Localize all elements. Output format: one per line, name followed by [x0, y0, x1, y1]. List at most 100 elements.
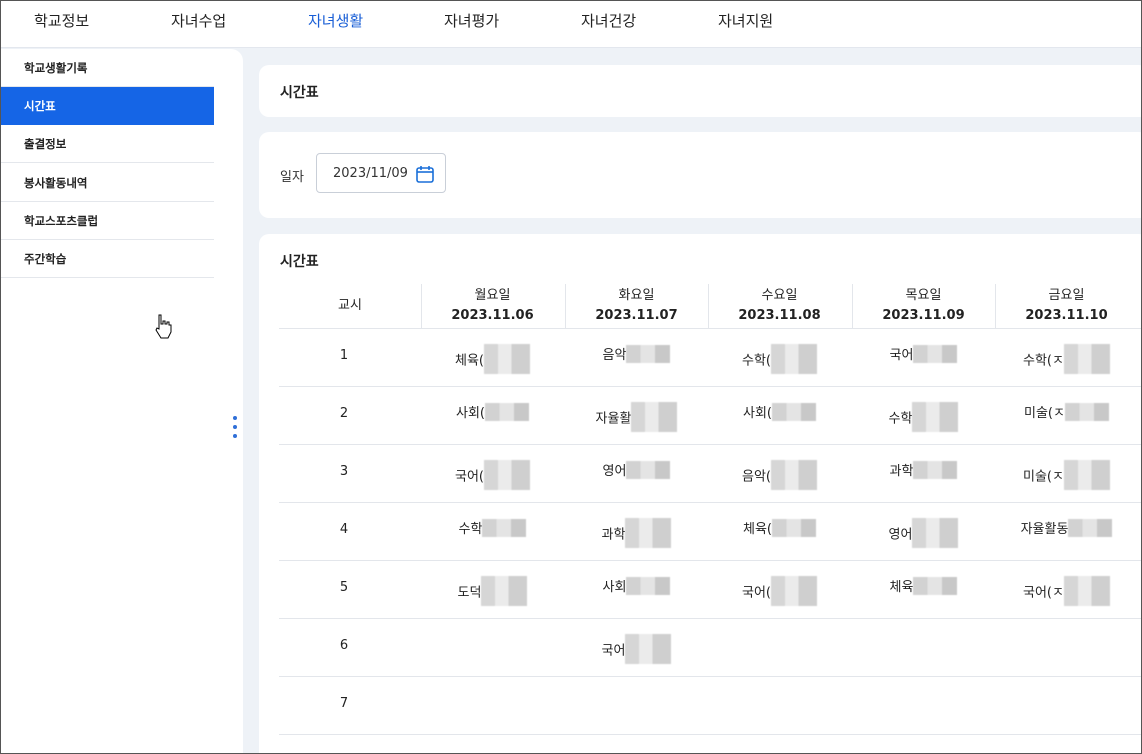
subject-label: 체육 [889, 580, 914, 595]
redacted-text [484, 344, 530, 374]
redacted-text [625, 518, 672, 548]
page-title: 시간표 [280, 85, 319, 101]
subject-label: 자율활 [595, 411, 632, 427]
sidebar-item-volunteer[interactable]: 봉사활동내역 [1, 164, 214, 202]
redacted-text [771, 576, 817, 606]
row-divider [279, 734, 1142, 735]
period-number: 7 [339, 696, 349, 711]
row-divider [279, 618, 1142, 619]
row-divider [279, 502, 1142, 503]
nav-child-health[interactable]: 자녀건강 [581, 0, 636, 44]
date-picker[interactable]: 2023/11/09 [316, 153, 446, 193]
column-divider [421, 284, 422, 328]
subject-label: 국어 [601, 643, 626, 659]
day-header: 월요일 2023.11.06 [421, 286, 564, 326]
row-divider [279, 386, 1142, 387]
timetable-title: 시간표 [280, 254, 319, 270]
nav-child-support[interactable]: 자녀지원 [718, 0, 773, 44]
page-header-card: 시간표 [259, 65, 1142, 117]
subject-label: 수학( [742, 353, 771, 369]
subject-label: 과학 [889, 464, 914, 479]
period-number: 1 [339, 348, 349, 363]
timetable-cell: 국어 [565, 634, 708, 664]
timetable-cell: 수학 [852, 402, 995, 432]
subject-label: 체육( [743, 522, 772, 537]
subject-label: 국어( [455, 469, 484, 485]
subject-label: 국어( [742, 585, 771, 601]
subject-label: 수학 [458, 522, 483, 537]
redacted-text [482, 518, 527, 537]
sidebar-item-weekly-study[interactable]: 주간학습 [1, 240, 214, 278]
row-divider [279, 444, 1142, 445]
timetable-cell: 미술(ㅈ [995, 402, 1138, 421]
more-options-icon[interactable] [231, 416, 239, 444]
column-divider [708, 284, 709, 328]
redacted-text [912, 518, 959, 548]
timetable-cell: 수학 [421, 518, 564, 537]
redacted-text [485, 402, 529, 421]
column-divider [852, 284, 853, 328]
redacted-text [771, 344, 817, 374]
period-number: 5 [339, 580, 349, 595]
timetable-cell: 국어( [421, 460, 564, 490]
nav-child-class[interactable]: 자녀수업 [171, 0, 226, 44]
redacted-text [626, 460, 671, 479]
redacted-text [772, 518, 816, 537]
hand-cursor-icon [155, 314, 172, 339]
day-date: 2023.11.09 [882, 308, 965, 323]
timetable-cell: 자율활 [565, 402, 708, 432]
day-header: 수요일 2023.11.08 [708, 286, 851, 326]
nav-child-life[interactable]: 자녀생활 [308, 0, 363, 44]
calendar-icon[interactable] [415, 164, 435, 184]
redacted-text [484, 460, 530, 490]
day-date: 2023.11.06 [451, 308, 534, 323]
timetable-cell: 국어( [708, 576, 851, 606]
redacted-text [481, 576, 528, 606]
timetable-cell: 체육( [708, 518, 851, 537]
sidebar: 학교생활기록 시간표 출결정보 봉사활동내역 학교스포츠클럽 주간학습 [1, 49, 243, 754]
day-date: 2023.11.08 [738, 308, 821, 323]
row-divider [279, 560, 1142, 561]
period-header: 교시 [338, 298, 362, 313]
subject-label: 미술(ㅈ [1023, 469, 1064, 485]
day-date: 2023.11.07 [595, 308, 678, 323]
period-number: 2 [339, 406, 349, 421]
redacted-text [1064, 402, 1109, 421]
day-header: 금요일 2023.11.10 [995, 286, 1138, 326]
nav-child-evaluation[interactable]: 자녀평가 [444, 0, 499, 44]
timetable-cell: 수학(ㅈ [995, 344, 1138, 374]
subject-label: 영어 [888, 527, 913, 543]
timetable-cell: 체육( [421, 344, 564, 374]
subject-label: 자율활동 [1020, 522, 1069, 537]
sidebar-item-school-record[interactable]: 학교생활기록 [1, 49, 214, 87]
subject-label: 사회( [456, 406, 485, 421]
timetable-cell: 체육 [852, 576, 995, 595]
nav-school-info[interactable]: 학교정보 [34, 0, 89, 44]
timetable-cell: 국어(ㅈ [995, 576, 1138, 606]
redacted-text [771, 460, 817, 490]
timetable-cell: 과학 [565, 518, 708, 548]
timetable-cell: 국어 [852, 344, 995, 363]
row-divider [279, 328, 1142, 329]
top-navigation: 학교정보 자녀수업 자녀생활 자녀평가 자녀건강 자녀지원 [0, 0, 1142, 48]
timetable-cell: 미술(ㅈ [995, 460, 1138, 490]
sidebar-item-attendance[interactable]: 출결정보 [1, 125, 214, 163]
timetable-cell: 사회( [708, 402, 851, 421]
subject-label: 미술(ㅈ [1024, 406, 1065, 421]
subject-label: 음악( [742, 469, 771, 485]
subject-label: 과학 [601, 527, 626, 543]
redacted-text [772, 402, 816, 421]
subject-label: 수학(ㅈ [1023, 353, 1064, 369]
row-divider [279, 676, 1142, 677]
redacted-text [626, 344, 671, 363]
date-value: 2023/11/09 [333, 166, 408, 181]
date-label: 일자 [280, 170, 304, 185]
redacted-text [626, 576, 671, 595]
redacted-text [1063, 460, 1110, 490]
sidebar-item-sports-club[interactable]: 학교스포츠클럽 [1, 202, 214, 240]
day-name: 수요일 [761, 288, 798, 303]
redacted-text [913, 344, 958, 363]
period-number: 3 [339, 464, 349, 479]
redacted-text [625, 634, 672, 664]
sidebar-item-timetable[interactable]: 시간표 [1, 87, 214, 125]
